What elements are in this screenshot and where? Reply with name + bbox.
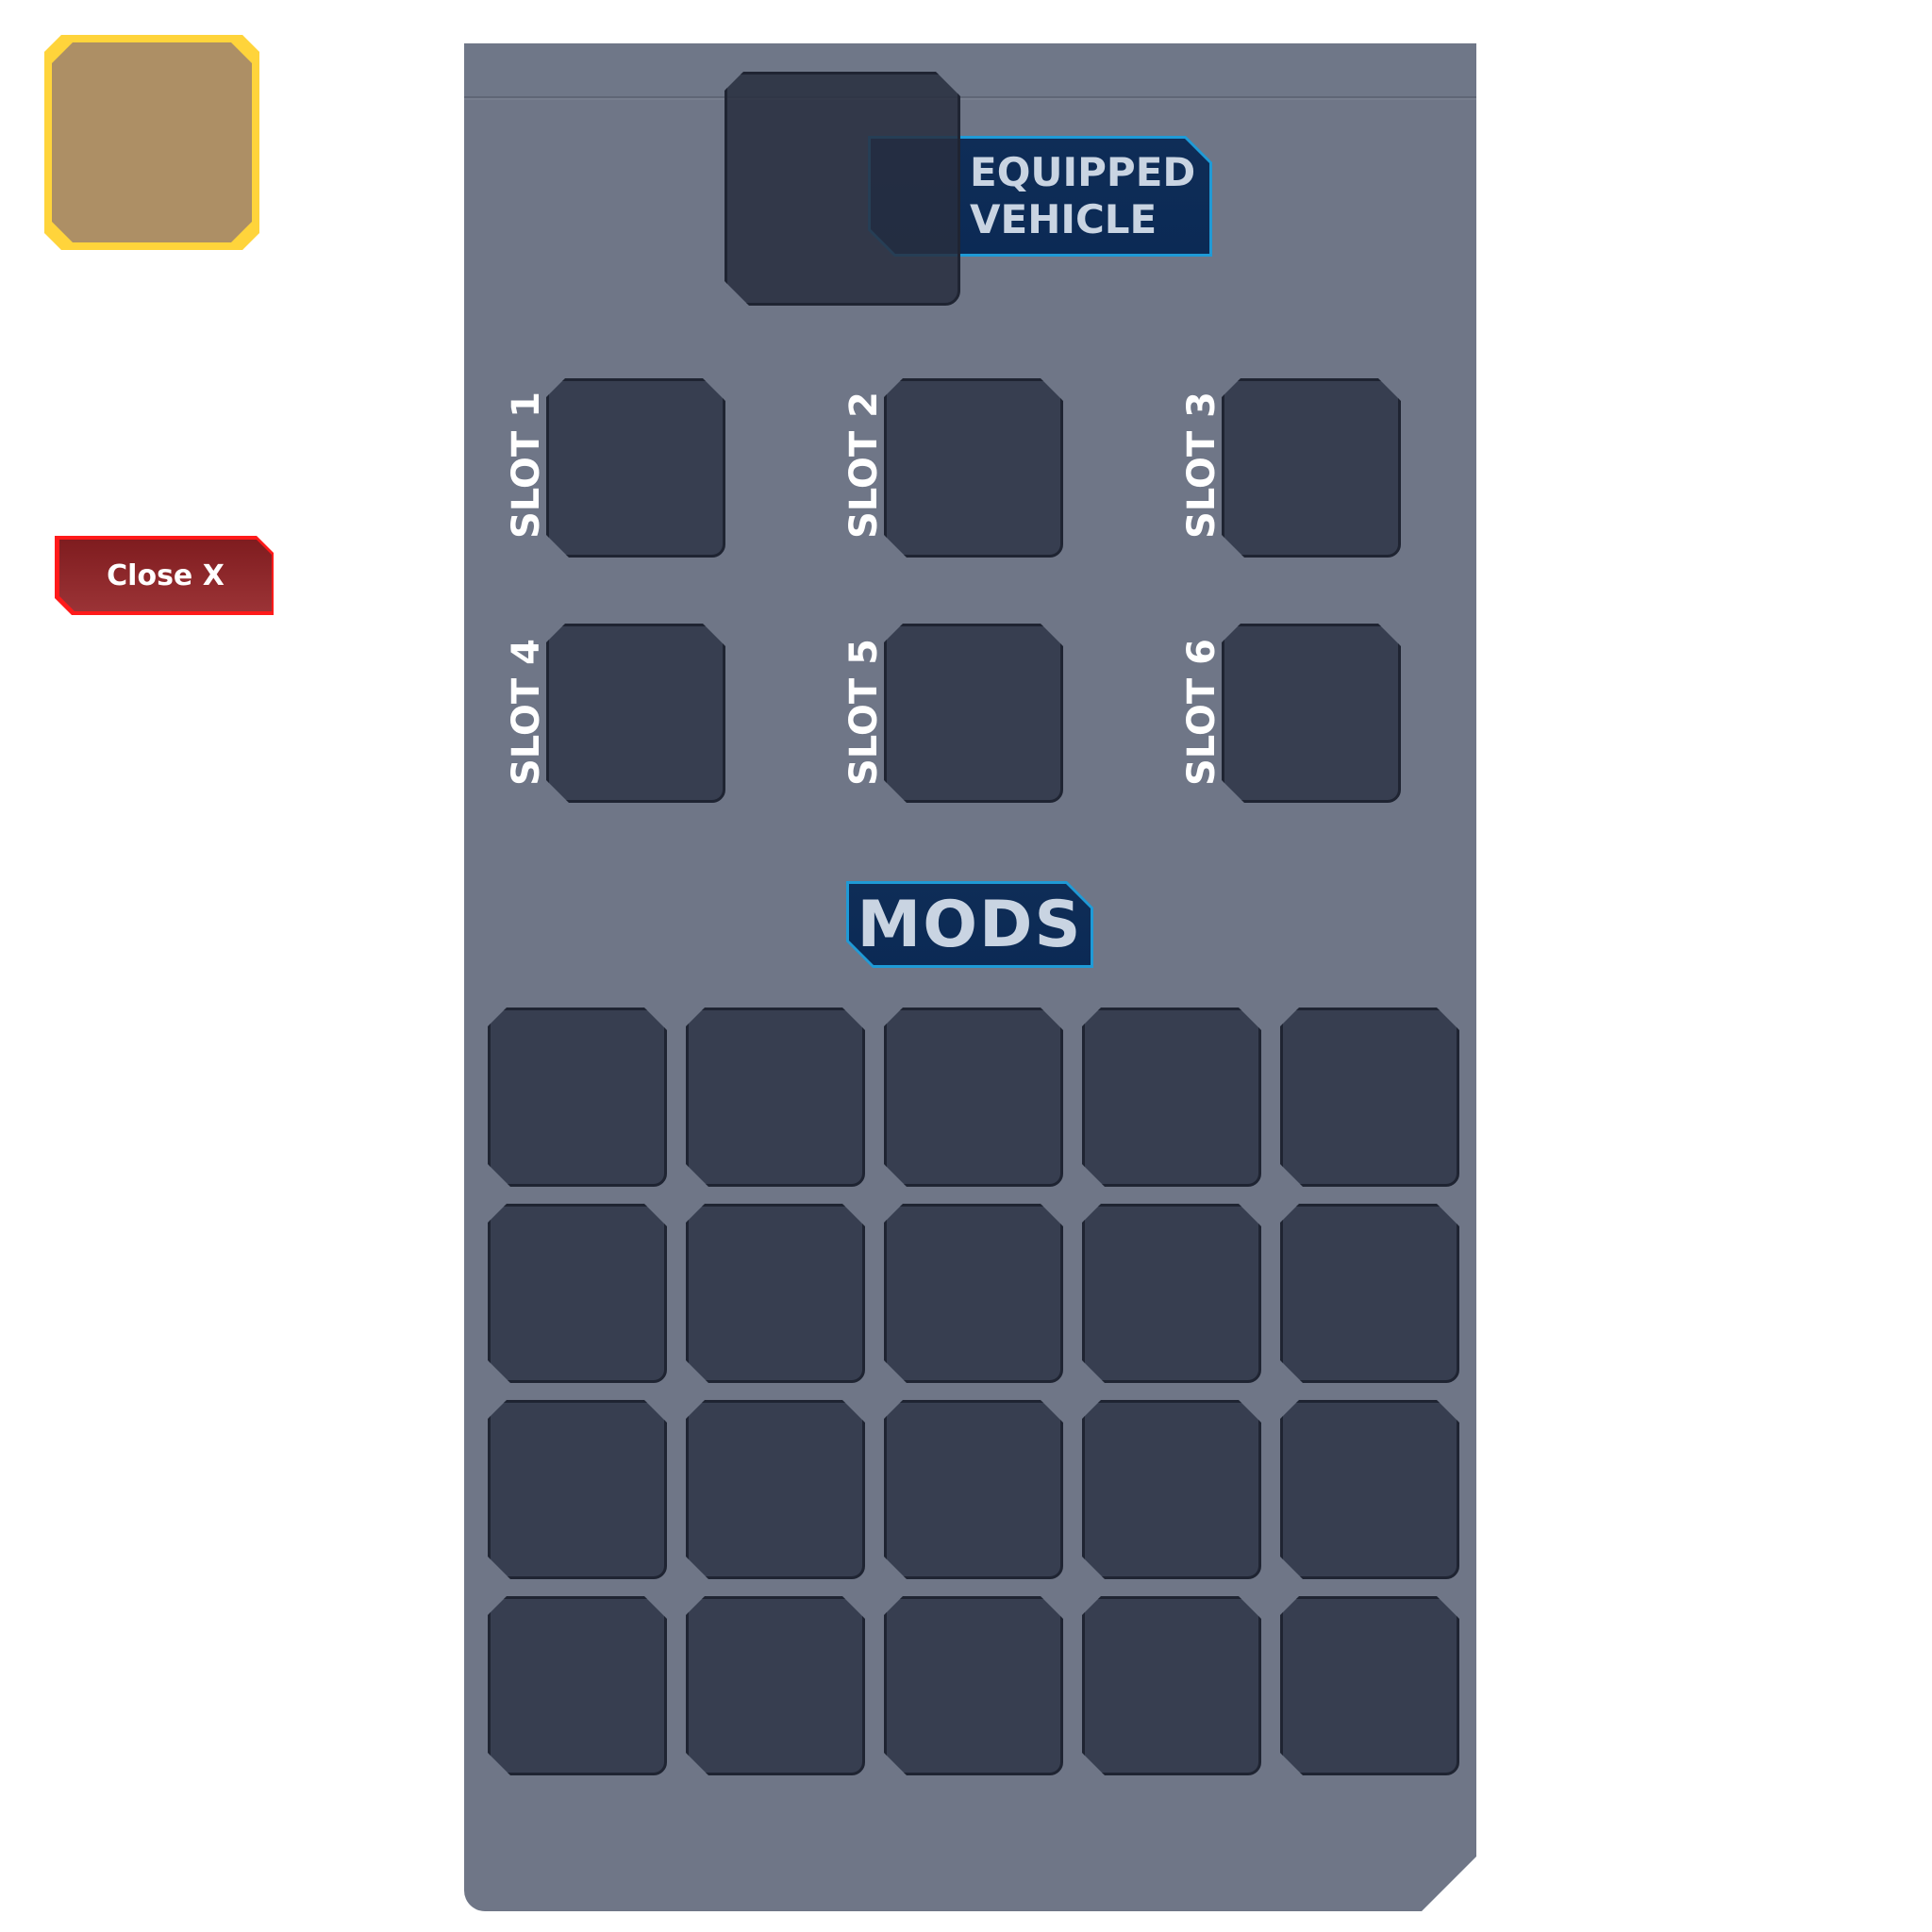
- slot-4-label: SLOT 4: [505, 639, 548, 786]
- panel-header-bar: [464, 43, 1476, 98]
- mod-slot[interactable]: [686, 1596, 865, 1775]
- item-tile-fill: [52, 42, 252, 242]
- mod-slot[interactable]: [488, 1596, 667, 1775]
- slot-5-label: SLOT 5: [842, 639, 886, 786]
- mod-slot[interactable]: [1280, 1400, 1459, 1579]
- mod-slot[interactable]: [488, 1008, 667, 1187]
- mod-slot[interactable]: [1082, 1400, 1261, 1579]
- mod-slot[interactable]: [488, 1204, 667, 1383]
- mod-slot[interactable]: [1082, 1204, 1261, 1383]
- mods-title: MODS: [857, 887, 1083, 962]
- mod-slot[interactable]: [686, 1204, 865, 1383]
- selected-item-tile[interactable]: [44, 35, 259, 250]
- mod-slot[interactable]: [1280, 1008, 1459, 1187]
- mod-slot[interactable]: [884, 1596, 1063, 1775]
- equipped-vehicle-title-line1: EQUIPPED: [970, 149, 1196, 195]
- mod-slot[interactable]: [488, 1400, 667, 1579]
- slot-3-label: SLOT 3: [1180, 391, 1224, 539]
- mod-slot[interactable]: [1280, 1596, 1459, 1775]
- mod-slot[interactable]: [884, 1204, 1063, 1383]
- mod-slot[interactable]: [884, 1008, 1063, 1187]
- mod-slot[interactable]: [1280, 1204, 1459, 1383]
- mod-slot[interactable]: [1082, 1008, 1261, 1187]
- slot-1-label: SLOT 1: [505, 391, 548, 539]
- mod-slot[interactable]: [884, 1400, 1063, 1579]
- mods-banner: MODS: [846, 881, 1093, 968]
- mod-slot[interactable]: [1082, 1596, 1261, 1775]
- mod-slot[interactable]: [686, 1400, 865, 1579]
- close-button-label: Close X: [59, 540, 272, 611]
- equipped-vehicle-title-line2: VEHICLE: [970, 196, 1158, 242]
- equipped-vehicle-title: EQUIPPED VEHICLE: [970, 149, 1195, 243]
- slot-4[interactable]: [546, 624, 725, 803]
- slot-6-label: SLOT 6: [1180, 639, 1224, 786]
- slot-2-label: SLOT 2: [842, 391, 886, 539]
- slot-1[interactable]: [546, 378, 725, 558]
- slot-6[interactable]: [1222, 624, 1401, 803]
- slot-5[interactable]: [884, 624, 1063, 803]
- equipped-vehicle-slot[interactable]: [724, 72, 960, 306]
- game-screen: Close X EQUIPPED VEHICLE SLOT 1 SLOT 2 S…: [0, 0, 1932, 1932]
- slot-3[interactable]: [1222, 378, 1401, 558]
- close-button[interactable]: Close X: [55, 536, 274, 615]
- slot-2[interactable]: [884, 378, 1063, 558]
- mod-slot[interactable]: [686, 1008, 865, 1187]
